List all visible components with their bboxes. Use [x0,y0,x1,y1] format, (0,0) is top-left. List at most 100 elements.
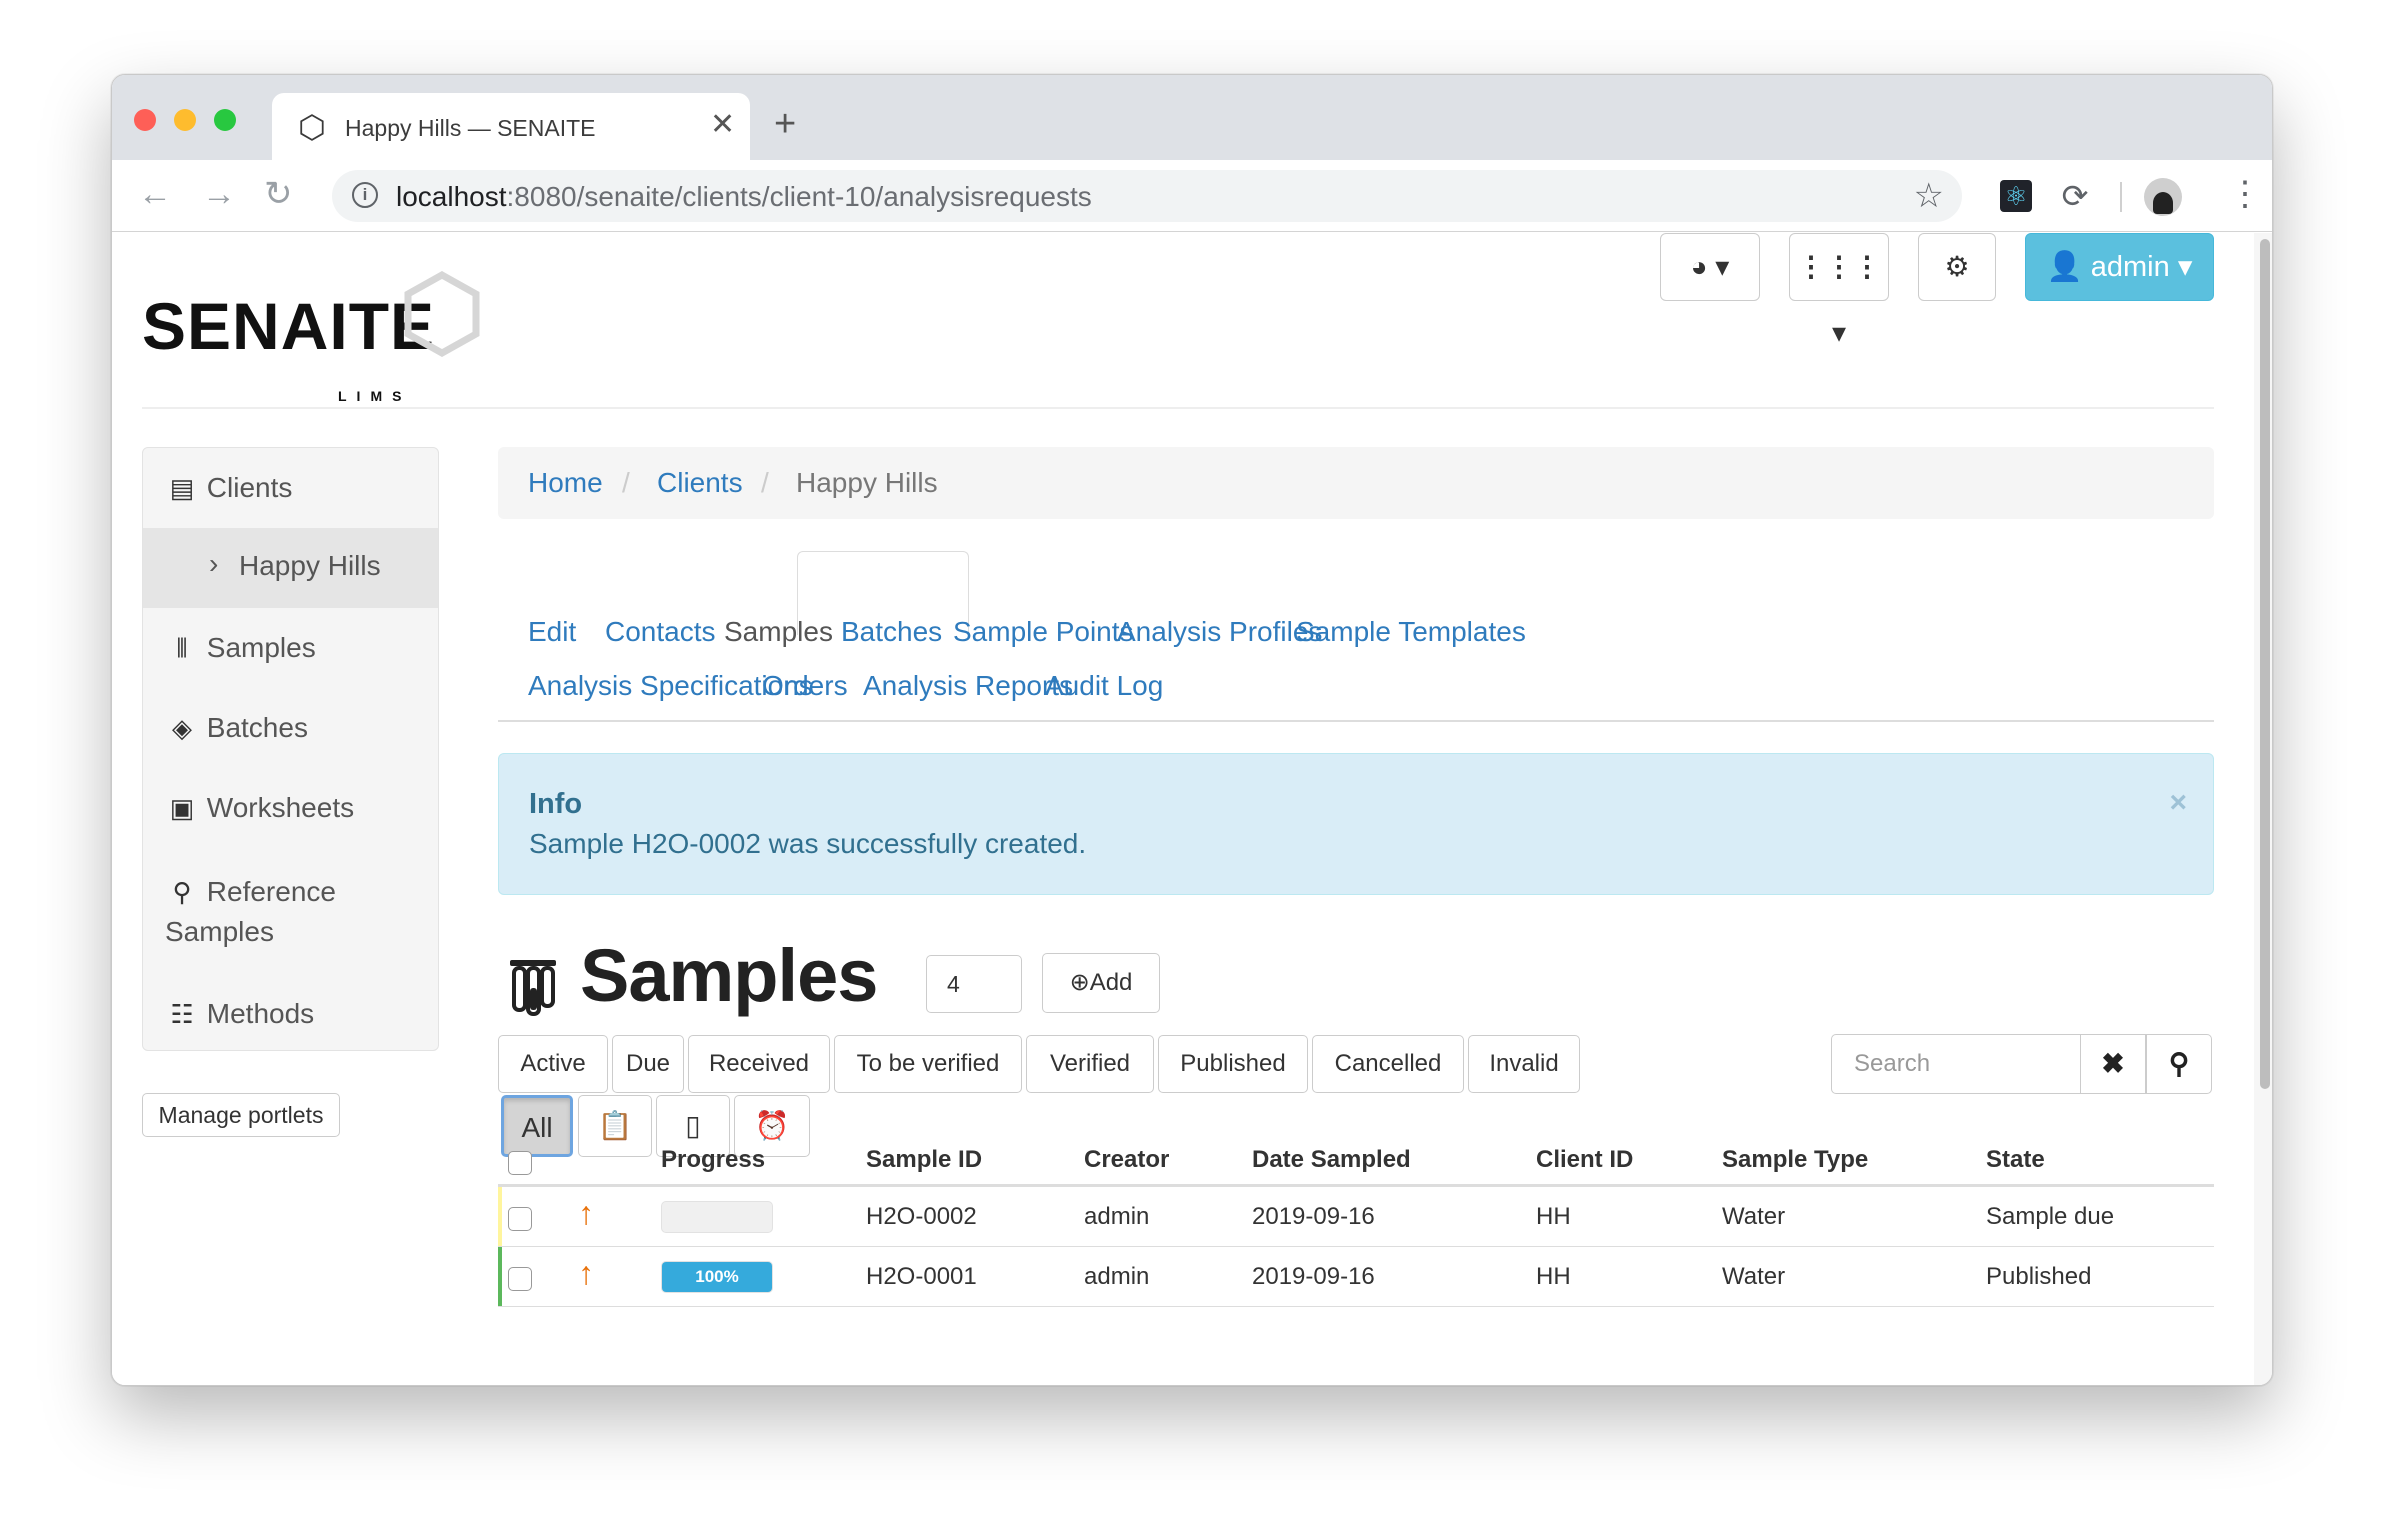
sidebar-item-label: Worksheets [206,792,355,823]
filter-assigned-button[interactable]: 📋 [578,1095,652,1157]
breadcrumb-clients[interactable]: Clients [657,447,743,519]
browser-toolbar: ← → ↻ i localhost:8080/senaite/clients/c… [112,160,2272,232]
apps-button[interactable]: ⋮⋮⋮ ▾ [1789,233,1889,348]
filter-all-button[interactable]: All [501,1095,573,1157]
clipboard-icon: ▯ [685,1110,701,1141]
toolbar-divider [2120,182,2122,212]
sidebar-item-batches[interactable]: ◈ Batches [165,712,438,744]
tab-sample-points[interactable]: Sample Points [953,616,1134,648]
close-tab-icon[interactable]: ✕ [710,110,735,140]
tab-orders[interactable]: Orders [762,670,848,702]
select-all-checkbox[interactable] [508,1151,532,1175]
bookmark-star-icon[interactable]: ☆ [1914,176,1944,216]
sidebar-item-clients[interactable]: ▤ Clients [165,472,438,504]
filter-invalid-button[interactable]: Invalid [1468,1035,1580,1093]
forward-icon[interactable]: → [202,174,236,214]
row-checkbox[interactable] [508,1267,532,1291]
url-text: localhost:8080/senaite/clients/client-10… [396,181,1092,212]
clear-search-button[interactable]: ✖ [2080,1034,2146,1094]
clipboard-check-icon: 📋 [597,1110,633,1141]
sample-count-input[interactable]: 4 [926,955,1022,1013]
filter-to-be-verified-button[interactable]: To be verified [834,1035,1022,1093]
filter-published-button[interactable]: Published [1158,1035,1308,1093]
sample-id-link[interactable]: H2O-0002 [866,1203,977,1231]
state-cell: Published [1986,1263,2092,1290]
profile-avatar[interactable] [2144,178,2182,216]
minimize-window-button[interactable] [174,109,196,131]
table-row[interactable]: ↑ H2O-0002 admin 2019-09-16 HH Water Sam… [498,1187,2214,1247]
filter-verified-button[interactable]: Verified [1026,1035,1154,1093]
row-checkbox[interactable] [508,1207,532,1231]
browser-tab[interactable]: ⬡ Happy Hills — SENAITE ✕ [272,93,750,160]
close-icon[interactable]: × [2169,786,2187,820]
sidebar-item-worksheets[interactable]: ▣ Worksheets [165,792,438,824]
filter-received-button[interactable]: Received [688,1035,830,1093]
new-tab-icon[interactable]: + [774,105,796,143]
column-header-creator[interactable]: Creator [1084,1146,1169,1174]
page-scrollbar[interactable] [2254,233,2272,1385]
sidebar-item-happy-hills[interactable]: › Happy Hills [143,528,438,608]
add-sample-button[interactable]: ⊕Add [1042,953,1160,1013]
column-header-sample-type[interactable]: Sample Type [1722,1146,1868,1174]
filter-due-button[interactable]: Due [612,1035,684,1093]
settings-button[interactable]: ⚙ [1918,233,1996,301]
tab-contacts[interactable]: Contacts [605,616,716,648]
address-bar[interactable]: i localhost:8080/senaite/clients/client-… [332,170,1962,222]
column-header-date-sampled[interactable]: Date Sampled [1252,1146,1411,1174]
column-header-sample-id[interactable]: Sample ID [866,1146,982,1174]
tab-audit-log[interactable]: Audit Log [1045,670,1163,702]
manage-portlets-button[interactable]: Manage portlets [142,1093,340,1137]
admin-user-button[interactable]: 👤 admin ▾ [2025,233,2214,301]
breadcrumb-home[interactable]: Home [528,447,603,519]
filter-cancelled-button[interactable]: Cancelled [1312,1035,1464,1093]
sample-type-cell: Water [1722,1263,1786,1290]
scrollbar-thumb[interactable] [2260,239,2270,1089]
column-header-client-id[interactable]: Client ID [1536,1146,1633,1174]
sample-id-link[interactable]: H2O-0001 [866,1263,977,1291]
globe-icon: ◕ [1690,251,1708,282]
react-devtools-icon[interactable]: ⚛ [2000,180,2032,212]
tab-edit[interactable]: Edit [528,616,576,648]
browser-window: ⬡ Happy Hills — SENAITE ✕ + ← → ↻ i loca… [111,74,2273,1386]
progress-bar: 100% [661,1261,773,1293]
reload-icon[interactable]: ↻ [264,174,293,214]
page-title: Samples [580,934,878,1017]
browser-menu-icon[interactable]: ⋮ [2228,172,2262,216]
tab-sample-templates[interactable]: Sample Templates [1296,616,1526,648]
test-tubes-icon [510,960,556,1016]
id-card-icon: ▤ [169,473,195,503]
tab-analysis-profiles[interactable]: Analysis Profiles [1117,616,1322,648]
close-window-button[interactable] [134,109,156,131]
sidebar-item-methods[interactable]: ☷ Methods [165,998,438,1030]
chevron-right-icon: › [209,548,219,579]
maximize-window-button[interactable] [214,109,236,131]
column-header-state[interactable]: State [1986,1146,2045,1174]
info-alert: Info Sample H2O-0002 was successfully cr… [498,753,2214,895]
sidebar-item-samples[interactable]: ⫴ Samples [165,632,438,665]
client-id-link[interactable]: HH [1536,1203,1571,1231]
logo-subtitle: LIMS [338,388,412,404]
column-header-progress[interactable]: Progress [661,1146,765,1174]
reference-icon: ⚲ [172,877,192,907]
breadcrumb-current: Happy Hills [796,467,938,498]
header-divider [142,407,2214,409]
language-button[interactable]: ◕ ▾ [1660,233,1760,301]
tab-samples[interactable]: Samples [724,616,833,648]
sample-type-cell: Water [1722,1203,1786,1230]
table-row[interactable]: ↑ 100% H2O-0001 admin 2019-09-16 HH Wate… [498,1247,2214,1307]
search-input[interactable]: Search [1831,1034,2081,1094]
gear-icon: ⚙ [1944,251,1970,282]
back-icon[interactable]: ← [138,174,172,214]
sidebar-item-reference-samples[interactable]: ⚲ Reference Samples [165,872,438,952]
filter-active-button[interactable]: Active [498,1035,608,1093]
search-button[interactable]: ⚲ [2146,1034,2212,1094]
tab-analysis-reports[interactable]: Analysis Reports [863,670,1073,702]
client-id-link[interactable]: HH [1536,1263,1571,1291]
sync-extension-icon[interactable]: ⟳ [2059,180,2091,212]
alert-message: Sample H2O-0002 was successfully created… [529,828,1087,859]
progress-bar [661,1201,773,1233]
test-tubes-icon: ⫴ [176,633,188,663]
info-icon[interactable]: i [352,182,378,208]
tab-batches[interactable]: Batches [841,616,942,648]
web-page: SENAITE LIMS ◕ ▾ ⋮⋮⋮ ▾ ⚙ 👤 admin ▾ ▤ Cli… [112,233,2252,1385]
